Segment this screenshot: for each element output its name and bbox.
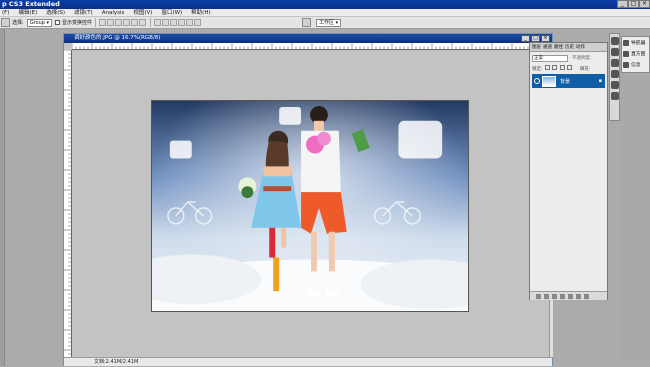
eye-icon[interactable] — [534, 78, 540, 84]
menu-item-window[interactable]: 窗口(W) — [161, 9, 182, 16]
tab-paths[interactable]: 路径 — [554, 43, 563, 51]
file-browser-icon[interactable] — [302, 18, 312, 27]
show-transform-label: 显示变换控件 — [62, 20, 93, 26]
menu-item-file[interactable]: (F) — [2, 9, 9, 16]
layer-style-icon[interactable] — [544, 293, 549, 299]
align-bottom-icon[interactable] — [115, 19, 123, 26]
document-size: 文档:2.41M/2.41M — [94, 359, 139, 365]
menu-item-filter[interactable]: 滤镜(T) — [74, 9, 93, 16]
workspace-edge — [620, 75, 650, 366]
panel-tabs: 图层 通道 路径 历史 动作 — [530, 43, 607, 52]
menu-item-view[interactable]: 视图(V) — [133, 9, 152, 16]
doc-maximize-icon[interactable]: □ — [531, 35, 540, 42]
tab-channels[interactable]: 通道 — [543, 43, 552, 51]
delete-layer-icon[interactable] — [584, 293, 589, 299]
horizontal-ruler — [72, 43, 549, 50]
brush-icon[interactable] — [611, 37, 619, 45]
lock-transparent-icon[interactable] — [544, 65, 550, 70]
menu-item-select[interactable]: 选择(S) — [46, 9, 65, 16]
align-middle-icon[interactable] — [107, 19, 115, 26]
info-label: 信息 — [631, 63, 641, 68]
layers-panel: 图层 通道 路径 历史 动作 正常 不透明度: 锁定: 填充: 背景 ▪ — [529, 42, 608, 300]
distribute-center-icon[interactable] — [186, 19, 194, 26]
move-tool-icon[interactable] — [1, 18, 10, 27]
opacity-field[interactable]: 不透明度: — [572, 55, 605, 62]
layer-comps-icon[interactable] — [611, 92, 619, 100]
align-top-icon[interactable] — [99, 19, 107, 26]
auto-select-dropdown[interactable]: Group ▾ — [26, 18, 53, 27]
new-group-icon[interactable] — [568, 293, 573, 299]
nav-item-histogram[interactable]: 直方图 — [622, 48, 649, 59]
status-bar: 文档:2.41M/2.41M — [64, 357, 552, 366]
document-titlebar[interactable]: 调好颜色的.JPG @ 16.7%(RGB/8) _ □ × — [64, 34, 552, 43]
navigator-label: 导航器 — [631, 41, 646, 46]
maximize-button[interactable]: □ — [628, 0, 639, 8]
app-title: p CS3 Extended — [2, 0, 60, 8]
histogram-icon — [623, 50, 629, 57]
tool-presets-icon[interactable] — [611, 59, 619, 67]
nav-item-info[interactable]: 信息 — [622, 59, 649, 70]
lock-row: 锁定: 填充: — [532, 65, 605, 72]
info-icon — [623, 61, 629, 68]
menu-item-analysis[interactable]: Analysis — [102, 9, 125, 16]
menu-item-edit[interactable]: 编辑(E) — [18, 9, 37, 16]
fill-label: 填充: — [579, 67, 591, 72]
options-bar: 选择: Group ▾ 显示变换控件 工作区 ▾ — [0, 17, 650, 29]
auto-select-label: 选择: — [12, 20, 24, 26]
histogram-label: 直方图 — [631, 52, 646, 57]
menu-item-help[interactable]: 帮助(H) — [191, 9, 210, 16]
photo-image[interactable] — [151, 100, 469, 312]
link-layers-icon[interactable] — [536, 293, 541, 299]
layer-row[interactable]: 背景 ▪ — [532, 74, 605, 88]
menu-bar: (F) 编辑(E) 选择(S) 滤镜(T) Analysis 视图(V) 窗口(… — [0, 9, 650, 17]
align-right-icon[interactable] — [139, 19, 147, 26]
close-button[interactable]: × — [639, 0, 650, 8]
lock-position-icon[interactable] — [559, 65, 565, 70]
navigator-icon — [623, 39, 629, 46]
divider — [95, 18, 97, 27]
layers-panel-footer — [530, 291, 607, 300]
tab-layers[interactable]: 图层 — [532, 43, 541, 51]
lock-all-icon[interactable] — [567, 65, 573, 70]
navigator-dock: 导航器 直方图 信息 — [621, 36, 650, 73]
layer-thumbnail — [542, 75, 556, 87]
workspace-menu[interactable]: 工作区 ▾ — [316, 18, 342, 27]
adjustment-layer-icon[interactable] — [560, 293, 565, 299]
tab-history[interactable]: 历史 — [565, 43, 574, 51]
tab-actions[interactable]: 动作 — [576, 43, 585, 51]
lock-label: 锁定: — [532, 67, 543, 72]
character-icon[interactable] — [611, 70, 619, 78]
distribute-middle-icon[interactable] — [162, 19, 170, 26]
align-center-icon[interactable] — [131, 19, 139, 26]
distribute-bottom-icon[interactable] — [170, 19, 178, 26]
toolbox-edge — [0, 29, 5, 366]
document-window: 调好颜色的.JPG @ 16.7%(RGB/8) _ □ × 文档:2.41M/… — [63, 33, 553, 366]
clone-source-icon[interactable] — [611, 48, 619, 56]
minimize-button[interactable]: _ — [617, 0, 628, 8]
divider — [150, 18, 152, 27]
blend-mode-select[interactable]: 正常 — [532, 55, 568, 62]
app-titlebar: p CS3 Extended — [0, 0, 650, 9]
lock-icon: ▪ — [598, 78, 602, 84]
layer-mask-icon[interactable] — [552, 293, 557, 299]
document-title: 调好颜色的.JPG @ 16.7%(RGB/8) — [74, 35, 161, 41]
vertical-ruler — [64, 50, 72, 357]
show-transform-checkbox[interactable] — [55, 20, 61, 25]
new-layer-icon[interactable] — [576, 293, 581, 299]
align-left-icon[interactable] — [123, 19, 131, 26]
distribute-left-icon[interactable] — [178, 19, 186, 26]
doc-close-icon[interactable]: × — [541, 35, 550, 42]
distribute-top-icon[interactable] — [154, 19, 162, 26]
paragraph-icon[interactable] — [611, 81, 619, 89]
nav-item-navigator[interactable]: 导航器 — [622, 37, 649, 48]
doc-minimize-icon[interactable]: _ — [521, 35, 530, 42]
lock-image-icon[interactable] — [552, 65, 558, 70]
auto-select-value: Group — [29, 19, 45, 26]
window-controls: _ □ × — [617, 0, 650, 9]
panel-dock — [609, 33, 620, 121]
layer-name: 背景 — [560, 78, 571, 85]
distribute-right-icon[interactable] — [194, 19, 202, 26]
